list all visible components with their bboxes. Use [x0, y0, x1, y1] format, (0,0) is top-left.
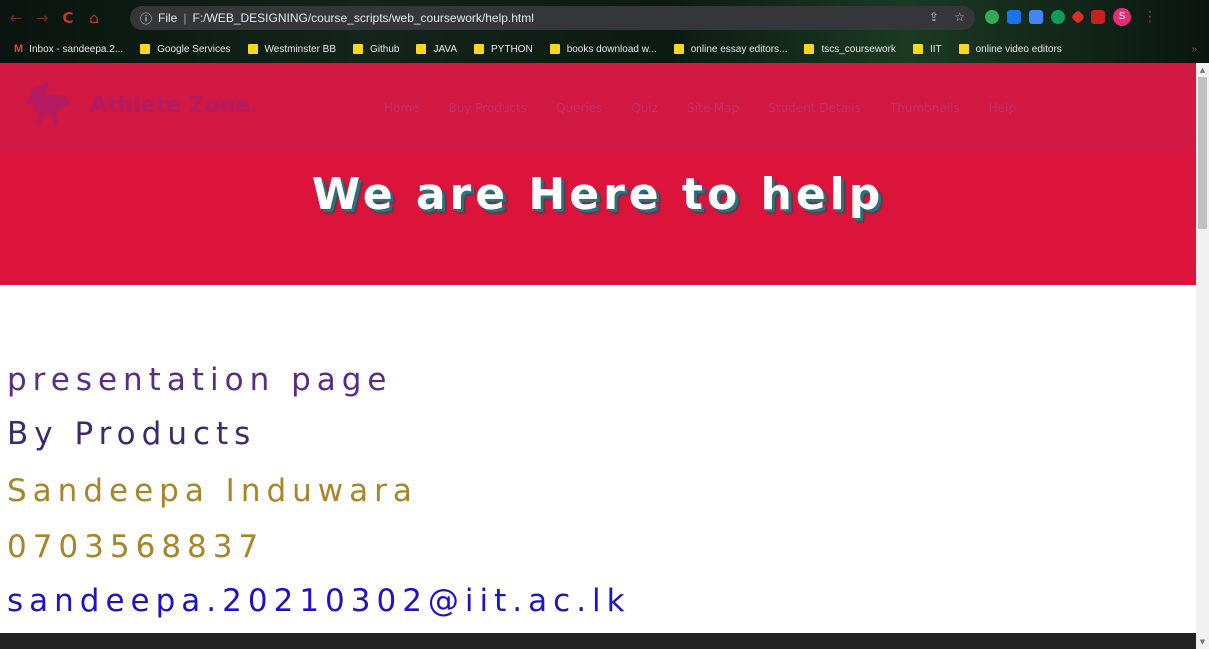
folder-icon: [912, 44, 923, 54]
omnibox-separator: |: [183, 11, 187, 25]
bookmark-label: JAVA: [433, 43, 458, 55]
folder-icon: [474, 44, 485, 54]
bookmark-label: IIT: [929, 43, 942, 55]
folder-icon: [673, 44, 684, 54]
omnibox-actions: ⇪ ☆: [917, 10, 965, 24]
extension-icon[interactable]: [1091, 10, 1105, 24]
bookmark-item[interactable]: books download w...: [549, 43, 657, 55]
bookmarks-overflow-icon[interactable]: »: [1191, 44, 1197, 55]
bookmark-star-icon[interactable]: ☆: [954, 10, 965, 24]
nav-buy-products[interactable]: Buy Products: [448, 101, 527, 115]
profile-avatar[interactable]: S: [1113, 8, 1131, 26]
browser-menu-icon[interactable]: ⋮: [1143, 9, 1157, 25]
nav-help[interactable]: Help: [989, 101, 1016, 115]
browser-toolbar: ← → C ⌂ ⓘ File | F:/WEB_DESIGNING/course…: [0, 2, 1209, 34]
bookmark-label: online video editors: [975, 43, 1062, 55]
site-brand[interactable]: Athlete Zone.: [90, 93, 259, 118]
gmail-icon: M: [14, 43, 24, 55]
nav-student-details[interactable]: Student Details: [768, 101, 861, 115]
scheme-label: File: [158, 11, 178, 25]
folder-icon: [247, 44, 258, 54]
folder-icon: [958, 44, 969, 54]
extension-icon[interactable]: [1070, 9, 1086, 25]
extension-icon[interactable]: [1029, 10, 1043, 24]
scroll-up-icon[interactable]: ▲: [1198, 65, 1207, 75]
folder-icon: [804, 44, 815, 54]
site-header: Athlete Zone. Home Buy Products Queries …: [0, 63, 1196, 153]
site-nav: Home Buy Products Queries Quiz Site Map …: [384, 101, 1045, 115]
bookmark-label: online essay editors...: [690, 43, 788, 55]
browser-chrome: ← → C ⌂ ⓘ File | F:/WEB_DESIGNING/course…: [0, 0, 1209, 63]
vertical-scrollbar[interactable]: ▲ ▼: [1196, 63, 1209, 649]
nav-site-map[interactable]: Site Map: [687, 101, 739, 115]
folder-icon: [140, 44, 151, 54]
bookmark-item[interactable]: Github: [353, 44, 399, 55]
bookmark-label: PYTHON: [491, 43, 533, 55]
presentation-subtitle: By Products: [7, 416, 257, 452]
page-viewport: Athlete Zone. Home Buy Products Queries …: [0, 63, 1196, 649]
scroll-thumb[interactable]: [1198, 77, 1207, 229]
bookmark-item[interactable]: Westminster BB: [247, 43, 337, 55]
bookmark-item[interactable]: online video editors: [958, 43, 1062, 55]
forward-icon[interactable]: →: [32, 8, 52, 28]
bookmark-label: tscs_coursework: [821, 43, 896, 55]
extension-icon[interactable]: [1051, 10, 1065, 24]
nav-home[interactable]: Home: [384, 101, 419, 115]
hero-banner: We are Here to help: [0, 153, 1196, 285]
bookmark-label: Github: [370, 43, 400, 55]
bookmark-item[interactable]: IIT: [912, 43, 942, 55]
folder-icon: [549, 44, 560, 54]
bookmark-item[interactable]: tscs_coursework: [804, 43, 896, 55]
nav-quiz[interactable]: Quiz: [631, 101, 658, 115]
reload-icon[interactable]: C: [58, 8, 78, 28]
bookmark-item[interactable]: Google Services: [140, 43, 231, 55]
bookmark-label: Westminster BB: [264, 43, 337, 55]
author-email[interactable]: sandeepa.20210302@iit.ac.lk: [7, 583, 631, 619]
nav-queries[interactable]: Queries: [556, 101, 602, 115]
bookmark-item[interactable]: M Inbox - sandeepa.2...: [14, 43, 123, 55]
bookmark-label: Inbox - sandeepa.2...: [29, 43, 124, 55]
site-info-icon[interactable]: ⓘ: [140, 10, 152, 27]
share-icon[interactable]: ⇪: [929, 10, 939, 24]
scroll-down-icon[interactable]: ▼: [1198, 637, 1207, 647]
bookmark-item[interactable]: online essay editors...: [673, 43, 788, 55]
bookmark-item[interactable]: PYTHON: [474, 44, 533, 55]
url-text[interactable]: F:/WEB_DESIGNING/course_scripts/web_cour…: [192, 11, 533, 25]
extensions-area: S ⋮: [985, 8, 1157, 26]
horse-rider-logo-icon: [25, 82, 69, 125]
footer: [0, 633, 1196, 649]
presentation-title: presentation page: [7, 362, 393, 398]
author-name: Sandeepa Induwara: [7, 473, 418, 509]
folder-icon: [416, 44, 427, 54]
home-icon[interactable]: ⌂: [84, 8, 104, 28]
bookmark-label: books download w...: [566, 43, 657, 55]
address-bar[interactable]: ⓘ File | F:/WEB_DESIGNING/course_scripts…: [130, 6, 975, 30]
bookmark-item[interactable]: JAVA: [416, 44, 457, 55]
folder-icon: [353, 44, 364, 54]
back-icon[interactable]: ←: [6, 8, 26, 28]
extension-icon[interactable]: [1007, 10, 1021, 24]
author-phone: 0703568837: [7, 529, 265, 565]
bookmarks-bar: M Inbox - sandeepa.2... Google Services W…: [0, 38, 1209, 60]
extension-icon[interactable]: [985, 10, 999, 24]
hero-title: We are Here to help: [311, 169, 885, 220]
bookmark-label: Google Services: [157, 43, 231, 55]
nav-thumbnails[interactable]: Thumbnails: [890, 101, 960, 115]
